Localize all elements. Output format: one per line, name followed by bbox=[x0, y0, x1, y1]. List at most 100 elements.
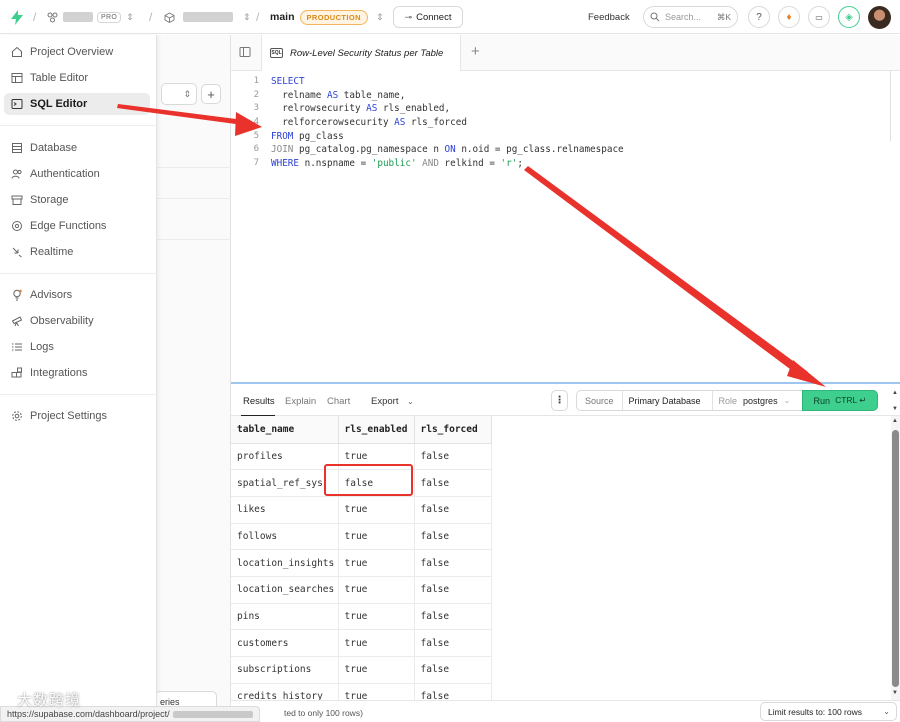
cell-table-name[interactable]: pins bbox=[231, 603, 339, 631]
cell-rls-enabled[interactable]: true bbox=[338, 603, 415, 631]
connect-button[interactable]: ⊸ Connect bbox=[393, 6, 463, 28]
terminal-button[interactable]: ▭ bbox=[808, 6, 830, 28]
cell-rls-enabled[interactable]: false bbox=[338, 469, 415, 497]
cell-table-name[interactable]: subscriptions bbox=[231, 656, 339, 684]
sidebar-item-project-overview[interactable]: Project Overview bbox=[4, 41, 150, 63]
supabase-logo[interactable] bbox=[10, 0, 24, 34]
sidebar-item-edge-functions[interactable]: Edge Functions bbox=[4, 215, 150, 237]
org-selector[interactable]: PRO ⇕ bbox=[47, 0, 134, 34]
results-scrollbar[interactable]: ▲ ▼ bbox=[891, 416, 900, 700]
sidebar-item-realtime[interactable]: Realtime bbox=[4, 241, 150, 263]
table-row[interactable]: spatial_ref_sys false false bbox=[231, 469, 492, 497]
breadcrumb-separator: / bbox=[149, 10, 153, 24]
editor-scrollbar[interactable] bbox=[890, 71, 891, 141]
row-limit-note: ted to only 100 rows) bbox=[284, 708, 363, 718]
database-selector[interactable]: Primary Database bbox=[623, 391, 713, 410]
cell-rls-forced[interactable]: false bbox=[414, 549, 492, 577]
cell-rls-forced[interactable]: false bbox=[414, 496, 492, 524]
table-row[interactable]: likes true false bbox=[231, 496, 492, 524]
telescope-icon bbox=[10, 314, 24, 328]
cell-rls-forced[interactable]: false bbox=[414, 443, 492, 471]
source-selector[interactable]: Source Primary Database Role postgres ⌄ bbox=[576, 390, 803, 411]
lightbulb-icon: ♦ bbox=[786, 11, 792, 23]
cell-table-name[interactable]: likes bbox=[231, 496, 339, 524]
toggle-panel-button[interactable] bbox=[239, 46, 253, 60]
table-row[interactable]: subscriptions true false bbox=[231, 656, 492, 684]
cell-rls-enabled[interactable]: true bbox=[338, 629, 415, 657]
cell-rls-enabled[interactable]: true bbox=[338, 683, 415, 700]
url-redacted bbox=[172, 710, 253, 718]
table-row[interactable]: follows true false bbox=[231, 523, 492, 551]
export-button[interactable]: Export ⌄ bbox=[371, 396, 414, 407]
limit-results-select[interactable]: Limit results to: 100 rows ⌄ bbox=[760, 702, 897, 721]
feedback-button[interactable]: Feedback bbox=[588, 0, 630, 34]
sidebar-item-authentication[interactable]: Authentication bbox=[4, 163, 150, 185]
column-header-table-name[interactable]: table_name bbox=[231, 416, 339, 444]
sidebar-item-label: Project Settings bbox=[30, 410, 108, 422]
tab-rls-status[interactable]: SQL Row-Level Security Status per Table bbox=[261, 35, 461, 71]
table-row[interactable]: location_insights true false bbox=[231, 549, 492, 577]
sidebar-item-database[interactable]: Database bbox=[4, 137, 150, 159]
chevron-updown-icon: ⇕ bbox=[243, 11, 251, 22]
cell-rls-enabled[interactable]: true bbox=[338, 656, 415, 684]
cell-table-name[interactable]: spatial_ref_sys bbox=[231, 469, 339, 497]
cell-rls-enabled[interactable]: true bbox=[338, 576, 415, 604]
table-row[interactable]: credits_history true false bbox=[231, 683, 492, 700]
cell-table-name[interactable]: location_insights bbox=[231, 549, 339, 577]
sidebar-item-storage[interactable]: Storage bbox=[4, 189, 150, 211]
sql-code-editor[interactable]: 1 2 3 4 5 6 7 SELECT relname AS table_na… bbox=[231, 71, 900, 381]
cell-table-name[interactable]: location_searches bbox=[231, 576, 339, 604]
tab-chart[interactable]: Chart bbox=[327, 396, 350, 407]
cell-rls-forced[interactable]: false bbox=[414, 656, 492, 684]
sidebar-item-integrations[interactable]: Integrations bbox=[4, 362, 150, 384]
more-options-button[interactable]: ⋮ bbox=[551, 390, 568, 411]
role-selector[interactable]: postgres bbox=[743, 396, 778, 406]
project-selector[interactable]: ⇕ bbox=[164, 0, 251, 34]
cell-table-name[interactable]: profiles bbox=[231, 443, 339, 471]
sidebar-item-table-editor[interactable]: Table Editor bbox=[4, 67, 150, 89]
sidebar-item-project-settings[interactable]: Project Settings bbox=[4, 405, 150, 427]
cell-rls-enabled[interactable]: true bbox=[338, 523, 415, 551]
new-tab-button[interactable]: + bbox=[471, 44, 480, 59]
cell-rls-forced[interactable]: false bbox=[414, 683, 492, 700]
cell-rls-forced[interactable]: false bbox=[414, 603, 492, 631]
tab-results[interactable]: Results bbox=[243, 396, 275, 407]
tab-explain[interactable]: Explain bbox=[285, 396, 316, 407]
sidebar-item-advisors[interactable]: Advisors bbox=[4, 284, 150, 306]
table-row[interactable]: customers true false bbox=[231, 629, 492, 657]
watermark-text: 大数跨境 bbox=[17, 692, 82, 709]
assistant-button[interactable]: ◈ bbox=[838, 6, 860, 28]
cell-rls-enabled[interactable]: true bbox=[338, 496, 415, 524]
cell-rls-forced[interactable]: false bbox=[414, 576, 492, 604]
table-row[interactable]: profiles true false bbox=[231, 443, 492, 471]
watermark-logo-icon bbox=[2, 694, 14, 706]
panel-resize-handle[interactable]: ▲ ▼ bbox=[891, 390, 899, 412]
table-row[interactable]: location_searches true false bbox=[231, 576, 492, 604]
sidebar-item-sql-editor[interactable]: SQL Editor bbox=[4, 93, 150, 115]
cell-rls-enabled[interactable]: true bbox=[338, 443, 415, 471]
cell-table-name[interactable]: follows bbox=[231, 523, 339, 551]
role-prefix: Role bbox=[718, 395, 738, 406]
advisor-button[interactable]: ♦ bbox=[778, 6, 800, 28]
scrollbar-thumb[interactable] bbox=[892, 430, 899, 687]
column-header-rls-forced[interactable]: rls_forced bbox=[414, 416, 492, 444]
sidebar-item-logs[interactable]: Logs bbox=[4, 336, 150, 358]
run-query-button[interactable]: Run CTRL ↵ bbox=[802, 390, 878, 411]
cell-table-name[interactable]: credits_history bbox=[231, 683, 339, 700]
new-query-button[interactable]: + bbox=[201, 84, 221, 104]
branch-selector[interactable]: main PRODUCTION ⇕ bbox=[270, 0, 383, 34]
cell-rls-forced[interactable]: false bbox=[414, 629, 492, 657]
avatar[interactable] bbox=[868, 5, 891, 29]
help-button[interactable]: ? bbox=[748, 6, 770, 28]
column-header-rls-enabled[interactable]: rls_enabled bbox=[338, 416, 415, 444]
cell-rls-enabled[interactable]: true bbox=[338, 549, 415, 577]
cell-table-name[interactable]: customers bbox=[231, 629, 339, 657]
query-filter-select[interactable]: ⇕ bbox=[161, 83, 197, 105]
table-row[interactable]: pins true false bbox=[231, 603, 492, 631]
cell-rls-forced[interactable]: false bbox=[414, 523, 492, 551]
sidebar-item-observability[interactable]: Observability bbox=[4, 310, 150, 332]
sidebar-item-label: Database bbox=[30, 142, 78, 154]
home-icon bbox=[10, 45, 24, 59]
search-box[interactable]: Search... ⌘K bbox=[643, 6, 738, 28]
cell-rls-forced[interactable]: false bbox=[414, 469, 492, 497]
